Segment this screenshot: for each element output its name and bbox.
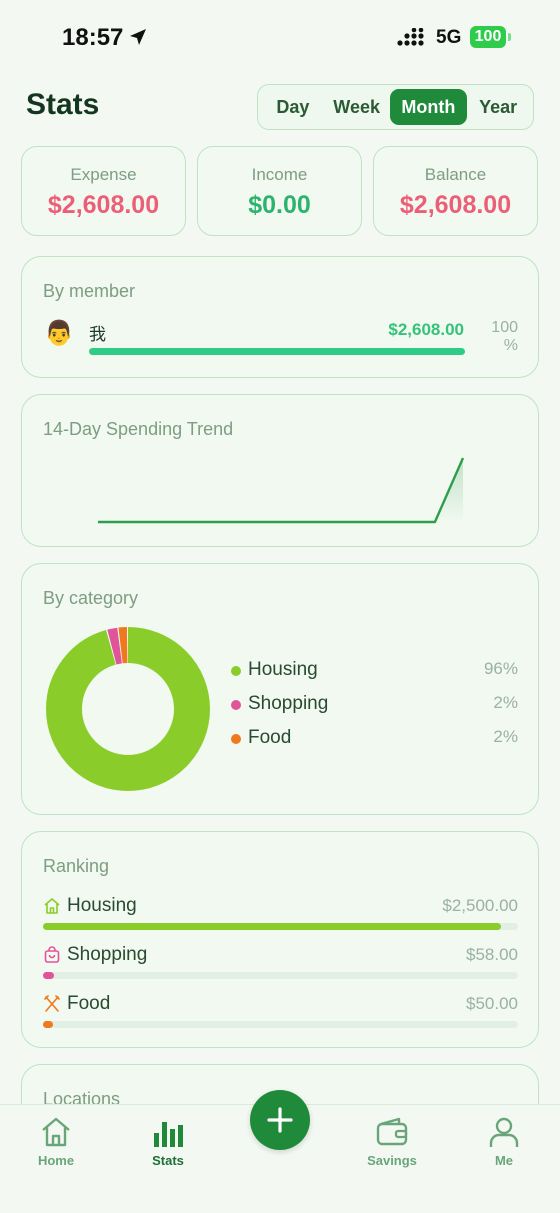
wallet-icon xyxy=(376,1117,408,1146)
tab-home-label: Home xyxy=(37,1153,75,1168)
tab-savings-label: Savings xyxy=(367,1153,417,1168)
ranking-amount-shopping: $58.00 xyxy=(466,945,518,964)
page-title: Stats xyxy=(26,88,100,121)
shopping-bag-icon xyxy=(44,946,60,963)
legend-percent-housing: 96% xyxy=(483,659,518,678)
member-percent-value: 100 xyxy=(491,319,518,336)
ranking-bar-housing xyxy=(43,923,502,930)
ranking-title: Ranking xyxy=(43,856,110,876)
member-share-bar xyxy=(89,348,465,355)
period-day-button[interactable]: Day xyxy=(262,89,324,125)
signal-icon xyxy=(397,28,424,46)
by-category-card: By category Housing 96% Shopping 2% Food… xyxy=(21,563,539,815)
period-month-button[interactable]: Month xyxy=(389,89,468,125)
income-card[interactable]: Income $0.00 xyxy=(197,146,362,236)
location-arrow-icon xyxy=(130,29,146,45)
income-value: $0.00 xyxy=(248,191,311,219)
legend-dot-shopping xyxy=(231,700,241,710)
ranking-item-shopping[interactable]: Shopping $58.00 xyxy=(43,944,518,984)
tab-stats-label: Stats xyxy=(152,1153,184,1168)
ranking-track-housing xyxy=(43,923,518,930)
person-icon xyxy=(489,1117,519,1147)
battery-tip xyxy=(508,33,511,41)
trend-card: 14-Day Spending Trend xyxy=(21,394,539,547)
legend-item-shopping[interactable]: Shopping 2% xyxy=(231,692,518,718)
ranking-amount-food: $50.00 xyxy=(466,994,518,1013)
expense-value: $2,608.00 xyxy=(47,191,160,219)
by-member-card: By member 👨 我 $2,608.00 100 % xyxy=(21,256,539,378)
balance-label: Balance xyxy=(424,165,487,184)
house-icon xyxy=(44,898,60,914)
legend-dot-food xyxy=(231,734,241,744)
income-label: Income xyxy=(251,165,308,184)
legend-dot-housing xyxy=(231,666,241,676)
battery-icon: 100 xyxy=(470,26,506,48)
legend-label-food: Food xyxy=(248,727,292,748)
balance-value: $2,608.00 xyxy=(399,191,512,219)
status-bar: 18:57 5G 100 xyxy=(0,0,560,70)
tab-stats[interactable]: Stats xyxy=(128,1115,208,1168)
expense-card[interactable]: Expense $2,608.00 xyxy=(21,146,186,236)
trend-chart xyxy=(98,457,465,524)
member-percent: 100 % xyxy=(478,319,518,355)
period-selector: Day Week Month Year xyxy=(257,84,534,130)
by-member-title: By member xyxy=(43,281,136,301)
ranking-card: Ranking Housing $2,500.00 Shopping $58.0… xyxy=(21,831,539,1048)
legend-label-housing: Housing xyxy=(248,659,318,680)
ranking-track-food xyxy=(43,1021,518,1028)
add-transaction-button[interactable] xyxy=(250,1090,310,1150)
bar-chart-icon xyxy=(154,1122,183,1147)
legend-label-shopping: Shopping xyxy=(248,693,329,714)
network-type: 5G xyxy=(436,27,462,48)
balance-card[interactable]: Balance $2,608.00 xyxy=(373,146,538,236)
trend-area xyxy=(98,458,463,522)
ranking-amount-housing: $2,500.00 xyxy=(442,896,518,915)
category-donut-chart xyxy=(46,627,210,791)
tab-savings[interactable]: Savings xyxy=(352,1115,432,1168)
ranking-bar-shopping xyxy=(43,972,54,979)
status-time: 18:57 xyxy=(62,24,124,51)
member-avatar: 👨 xyxy=(44,320,74,347)
legend-percent-food: 2% xyxy=(493,727,518,746)
member-name: 我 xyxy=(89,325,106,344)
home-icon xyxy=(42,1117,70,1147)
expense-label: Expense xyxy=(70,165,137,184)
by-category-title: By category xyxy=(43,588,139,608)
ranking-item-housing[interactable]: Housing $2,500.00 xyxy=(43,895,518,935)
period-week-button[interactable]: Week xyxy=(324,89,390,125)
trend-line xyxy=(98,457,465,524)
utensils-icon xyxy=(44,995,60,1012)
tab-me-label: Me xyxy=(494,1153,514,1168)
ranking-label-housing: Housing xyxy=(67,895,137,916)
legend-item-housing[interactable]: Housing 96% xyxy=(231,658,518,684)
ranking-item-food[interactable]: Food $50.00 xyxy=(43,993,518,1033)
tab-home[interactable]: Home xyxy=(16,1115,96,1168)
legend-percent-shopping: 2% xyxy=(493,693,518,712)
ranking-track-shopping xyxy=(43,972,518,979)
donut-slice-housing[interactable] xyxy=(46,627,210,791)
ranking-label-shopping: Shopping xyxy=(67,944,148,965)
member-amount: $2,608.00 xyxy=(388,320,464,339)
period-year-button[interactable]: Year xyxy=(467,89,529,125)
tab-me[interactable]: Me xyxy=(464,1115,544,1168)
legend-item-food[interactable]: Food 2% xyxy=(231,726,518,752)
ranking-bar-food xyxy=(43,1021,54,1028)
ranking-label-food: Food xyxy=(67,993,111,1014)
plus-icon xyxy=(267,1107,293,1133)
member-percent-unit: % xyxy=(503,337,518,354)
